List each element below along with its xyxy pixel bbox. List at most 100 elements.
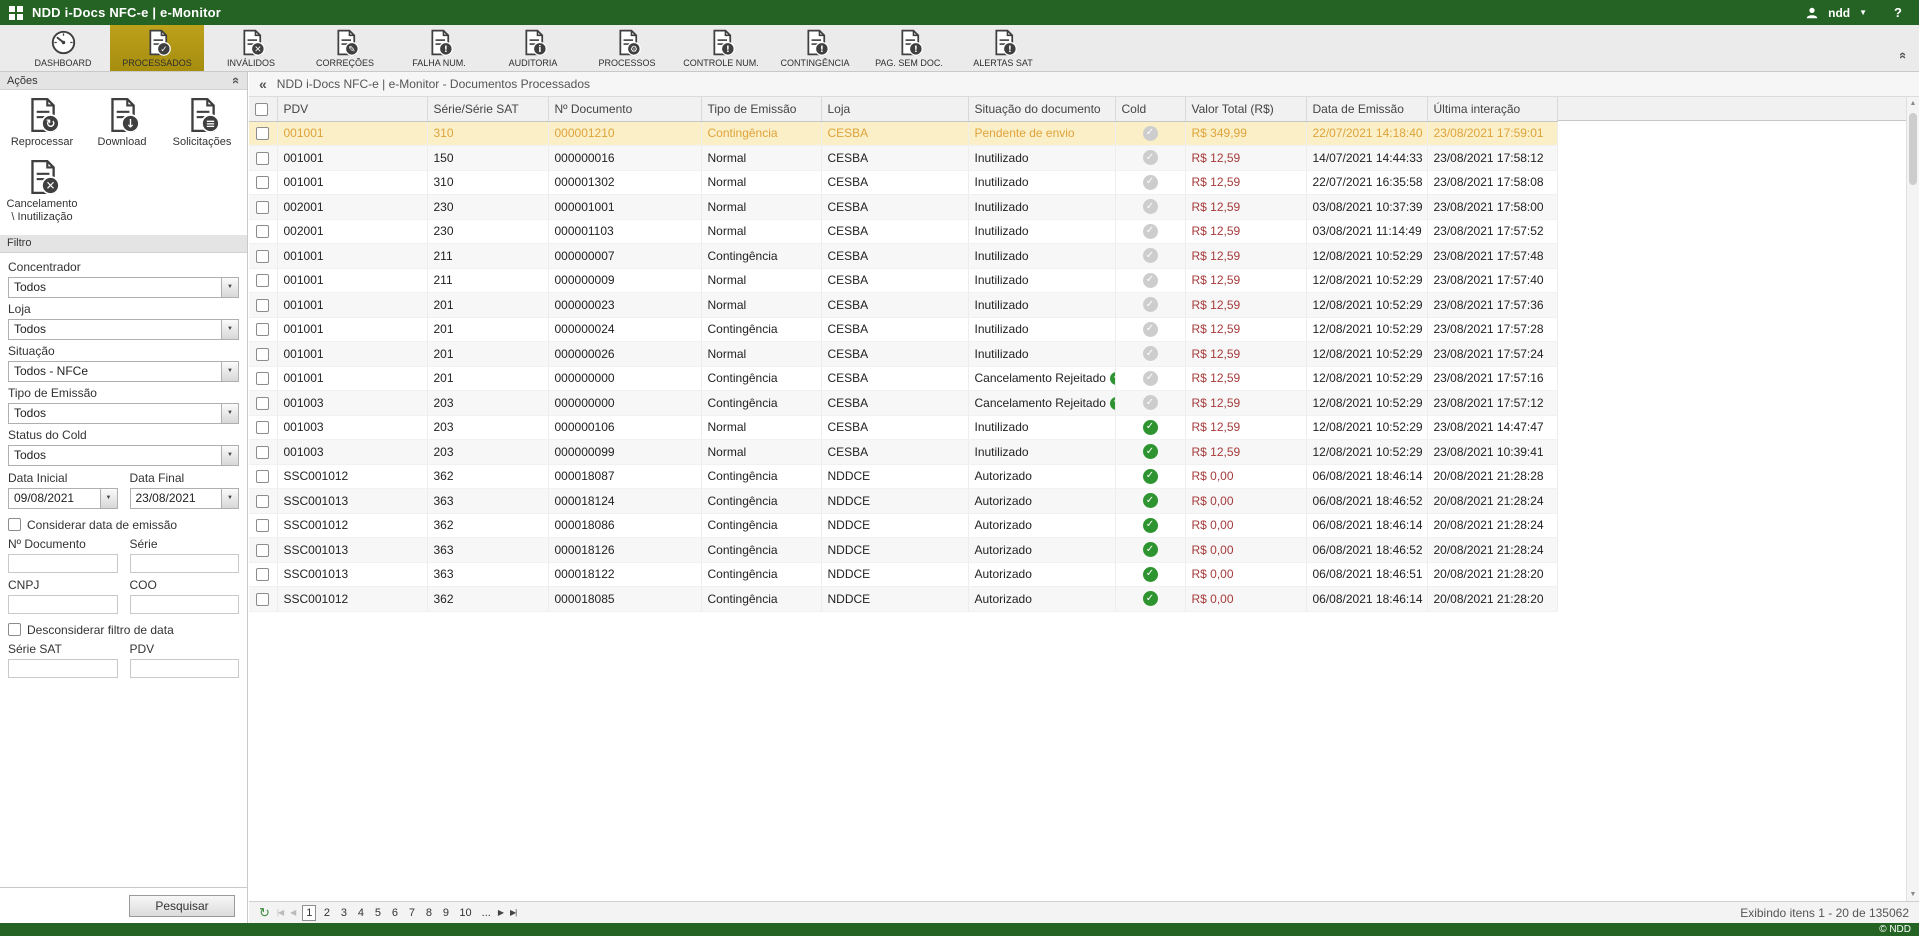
row-checkbox[interactable] (256, 250, 269, 263)
chevron-down-icon[interactable]: ▼ (221, 404, 238, 423)
ribbon-item-invalidos[interactable]: ✕INVÁLIDOS (204, 25, 298, 71)
action-reprocessar[interactable]: ↻Reprocessar (2, 97, 82, 149)
row-checkbox[interactable] (256, 299, 269, 312)
collapse-ribbon-icon[interactable]: « (1896, 52, 1911, 59)
table-row[interactable]: 001001150000000016NormalCESBAInutilizado… (249, 146, 1557, 171)
status-cold-select[interactable]: Todos▼ (8, 445, 239, 466)
table-row[interactable]: 001003203000000099NormalCESBAInutilizado… (249, 440, 1557, 465)
table-row[interactable]: 001001201000000026NormalCESBAInutilizado… (249, 342, 1557, 367)
tipo-emissao-select[interactable]: Todos▼ (8, 403, 239, 424)
chevron-down-icon[interactable]: ▼ (221, 489, 238, 508)
scrollbar-thumb[interactable] (1909, 113, 1917, 185)
row-checkbox[interactable] (256, 421, 269, 434)
page-9[interactable]: 9 (439, 906, 452, 920)
ribbon-item-falha-num[interactable]: !FALHA NUM. (392, 25, 486, 71)
select-all-checkbox[interactable] (255, 103, 268, 116)
column-header-situacao-do-documento[interactable]: Situação do documento (968, 97, 1115, 121)
concentrador-select[interactable]: Todos▼ (8, 277, 239, 298)
chevron-down-icon[interactable]: ▼ (221, 320, 238, 339)
row-checkbox[interactable] (256, 568, 269, 581)
table-row[interactable]: 002001230000001001NormalCESBAInutilizado… (249, 195, 1557, 220)
ribbon-item-dashboard[interactable]: DASHBOARD (16, 25, 110, 71)
user-menu[interactable]: ndd (1828, 6, 1850, 20)
table-row[interactable]: SSC001013363000018122ContingênciaNDDCEAu… (249, 562, 1557, 587)
collapse-sidebar-icon[interactable]: « (259, 76, 267, 92)
table-row[interactable]: 001001211000000009NormalCESBAInutilizado… (249, 268, 1557, 293)
action-download[interactable]: ↓Download (82, 97, 162, 149)
row-checkbox[interactable] (256, 544, 269, 557)
page-7[interactable]: 7 (405, 906, 418, 920)
row-checkbox[interactable] (256, 127, 269, 140)
first-page-icon[interactable]: |◀ (277, 908, 283, 917)
chevron-down-icon[interactable]: ▼ (221, 446, 238, 465)
row-checkbox[interactable] (256, 593, 269, 606)
table-row[interactable]: 001003203000000106NormalCESBAInutilizado… (249, 415, 1557, 440)
help-button[interactable]: ? (1894, 5, 1902, 20)
column-header-serie-serie-sat[interactable]: Série/Série SAT (427, 97, 548, 121)
column-header-pdv[interactable]: PDV (277, 97, 427, 121)
table-row[interactable]: 001001201000000023NormalCESBAInutilizado… (249, 293, 1557, 318)
chevron-down-icon[interactable]: ▼ (1859, 8, 1867, 17)
ribbon-item-processados[interactable]: ✓PROCESSADOS (110, 25, 204, 71)
column-header-loja[interactable]: Loja (821, 97, 968, 121)
cnpj-input[interactable] (8, 595, 118, 614)
action-solicitacoes[interactable]: ≡Solicitações (162, 97, 242, 149)
table-row[interactable]: 001001310000001210ContingênciaCESBAPende… (249, 121, 1557, 146)
row-checkbox[interactable] (256, 274, 269, 287)
table-row[interactable]: SSC001012362000018087ContingênciaNDDCEAu… (249, 464, 1557, 489)
table-row[interactable]: SSC001013363000018126ContingênciaNDDCEAu… (249, 538, 1557, 563)
chevron-down-icon[interactable]: ▼ (221, 278, 238, 297)
last-page-icon[interactable]: ▶| (510, 908, 516, 917)
pdv-input[interactable] (130, 659, 240, 678)
app-grid-icon[interactable] (9, 6, 23, 20)
row-checkbox[interactable] (256, 372, 269, 385)
column-header-valor-total-r[interactable]: Valor Total (R$) (1185, 97, 1306, 121)
loja-select[interactable]: Todos▼ (8, 319, 239, 340)
ribbon-item-controle-num[interactable]: !CONTROLE NUM. (674, 25, 768, 71)
chevron-down-icon[interactable]: ▼ (100, 489, 117, 508)
table-row[interactable]: 002001230000001103NormalCESBAInutilizado… (249, 219, 1557, 244)
column-header-ultima-interacao[interactable]: Última interação (1427, 97, 1557, 121)
coo-input[interactable] (130, 595, 240, 614)
table-row[interactable]: 001001201000000000ContingênciaCESBACance… (249, 366, 1557, 391)
page-4[interactable]: 4 (354, 906, 367, 920)
next-page-icon[interactable]: ▶ (498, 908, 503, 917)
page-3[interactable]: 3 (337, 906, 350, 920)
scroll-up-icon[interactable]: ▲ (1907, 100, 1919, 107)
refresh-icon[interactable]: ↻ (259, 906, 270, 919)
considerar-data-emissao-checkbox[interactable] (8, 518, 21, 531)
ribbon-item-processos[interactable]: ⚙PROCESSOS (580, 25, 674, 71)
table-row[interactable]: 001001211000000007ContingênciaCESBAInuti… (249, 244, 1557, 269)
situacao-help-icon[interactable]: ? (1110, 397, 1115, 410)
ribbon-item-contingencia[interactable]: !CONTINGÊNCIA (768, 25, 862, 71)
pagination-ellipsis[interactable]: ... (482, 907, 491, 919)
page-2[interactable]: 2 (320, 906, 333, 920)
table-row[interactable]: SSC001013363000018124ContingênciaNDDCEAu… (249, 489, 1557, 514)
page-1[interactable]: 1 (302, 905, 316, 921)
ribbon-item-auditoria[interactable]: iAUDITORIA (486, 25, 580, 71)
row-checkbox[interactable] (256, 495, 269, 508)
serie-input[interactable] (130, 554, 240, 573)
ribbon-item-alertas-sat[interactable]: !ALERTAS SAT (956, 25, 1050, 71)
situacao-help-icon[interactable]: ? (1110, 372, 1115, 385)
row-checkbox[interactable] (256, 519, 269, 532)
collapse-actions-icon[interactable]: « (229, 77, 244, 84)
table-row[interactable]: 001001201000000024ContingênciaCESBAInuti… (249, 317, 1557, 342)
page-8[interactable]: 8 (422, 906, 435, 920)
table-row[interactable]: 001001310000001302NormalCESBAInutilizado… (249, 170, 1557, 195)
row-checkbox[interactable] (256, 225, 269, 238)
pesquisar-button[interactable]: Pesquisar (129, 895, 235, 917)
column-header-cold[interactable]: Cold (1115, 97, 1185, 121)
situacao-select[interactable]: Todos - NFCe▼ (8, 361, 239, 382)
column-header-n-documento[interactable]: Nº Documento (548, 97, 701, 121)
table-row[interactable]: SSC001012362000018085ContingênciaNDDCEAu… (249, 587, 1557, 612)
page-6[interactable]: 6 (388, 906, 401, 920)
serie-sat-input[interactable] (8, 659, 118, 678)
column-header-tipo-de-emissao[interactable]: Tipo de Emissão (701, 97, 821, 121)
ribbon-item-pag-sem-doc[interactable]: !PAG. SEM DOC. (862, 25, 956, 71)
row-checkbox[interactable] (256, 470, 269, 483)
ribbon-item-correcoes[interactable]: ✎CORREÇÕES (298, 25, 392, 71)
table-row[interactable]: 001003203000000000ContingênciaCESBACance… (249, 391, 1557, 416)
row-checkbox[interactable] (256, 446, 269, 459)
row-checkbox[interactable] (256, 152, 269, 165)
